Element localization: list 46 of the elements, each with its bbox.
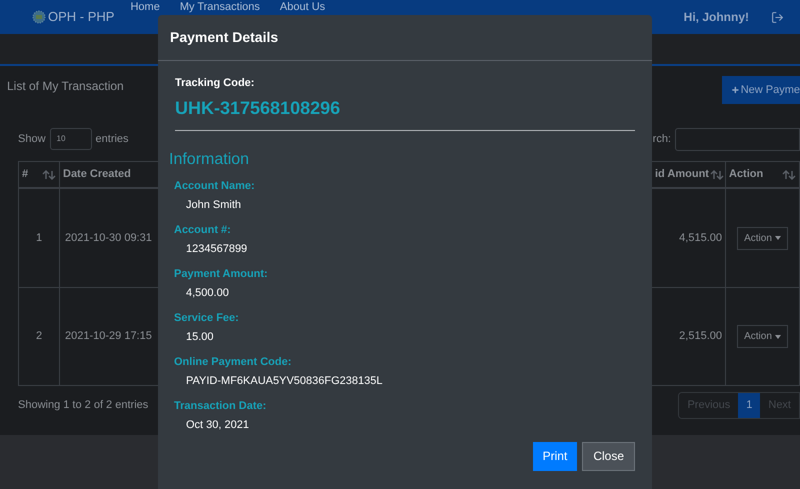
new-payment-button[interactable]: New Payme [722, 76, 800, 104]
close-button[interactable]: Close [582, 442, 635, 470]
table-cell-text: 4,515.00 [678, 230, 723, 246]
page-title: List of My Transaction [7, 78, 124, 95]
print-button[interactable]: Print [532, 442, 578, 470]
sort-icon [782, 170, 796, 180]
field-value: Oct 30, 2021 [185, 418, 250, 433]
page-button[interactable]: 1 [738, 393, 760, 418]
nav-link[interactable]: My Transactions [180, 1, 260, 13]
action-dropdown-button[interactable]: Action [737, 325, 788, 348]
tracking-code: UHK-317568108296 [175, 96, 342, 120]
field-value: 1234567899 [185, 242, 248, 257]
plus-icon [731, 84, 740, 96]
search-field[interactable] [675, 128, 800, 150]
nav-link[interactable]: Home [130, 1, 160, 13]
table-cell-text: 2,515.00 [678, 329, 723, 344]
section-heading: Information [169, 150, 250, 170]
field-value: John Smith [185, 198, 242, 213]
search-label: rch: [652, 132, 671, 147]
column-header[interactable]: Action [725, 162, 799, 187]
nav-link[interactable]: About Us [280, 1, 326, 13]
entries-label: entries [96, 132, 129, 147]
show-label: Show [18, 132, 46, 147]
page-size-field[interactable]: 10 [50, 128, 92, 150]
table-cell-text: 2 [34, 329, 44, 344]
caret-icon [774, 236, 781, 240]
column-header[interactable]: # [19, 162, 59, 187]
field-label: Transaction Date: [174, 398, 268, 414]
sort-icon [710, 170, 724, 180]
field-value: 15.00 [185, 330, 215, 345]
dialog-title: Payment Details [170, 28, 278, 47]
field-label: Online Payment Code: [174, 354, 292, 370]
sort-icon [42, 170, 56, 180]
field-value: 4,500.00 [185, 286, 230, 301]
caret-icon [774, 334, 781, 338]
brand-name[interactable]: OPH - PHP [48, 7, 114, 27]
entries-info: Showing 1 to 2 of 2 entries [18, 398, 148, 414]
user-greeting: Hi, Johnny! [684, 9, 749, 26]
action-dropdown-button[interactable]: Action [737, 226, 788, 250]
field-label: Payment Amount: [174, 266, 269, 282]
tracking-code-label: Tracking Code: [175, 76, 256, 91]
table-cell-text: 1 [34, 230, 44, 246]
field-label: Service Fee: [174, 310, 240, 326]
logout-icon[interactable] [771, 10, 784, 24]
globe-logo-icon [32, 10, 46, 24]
field-label: Account #: [174, 222, 232, 238]
